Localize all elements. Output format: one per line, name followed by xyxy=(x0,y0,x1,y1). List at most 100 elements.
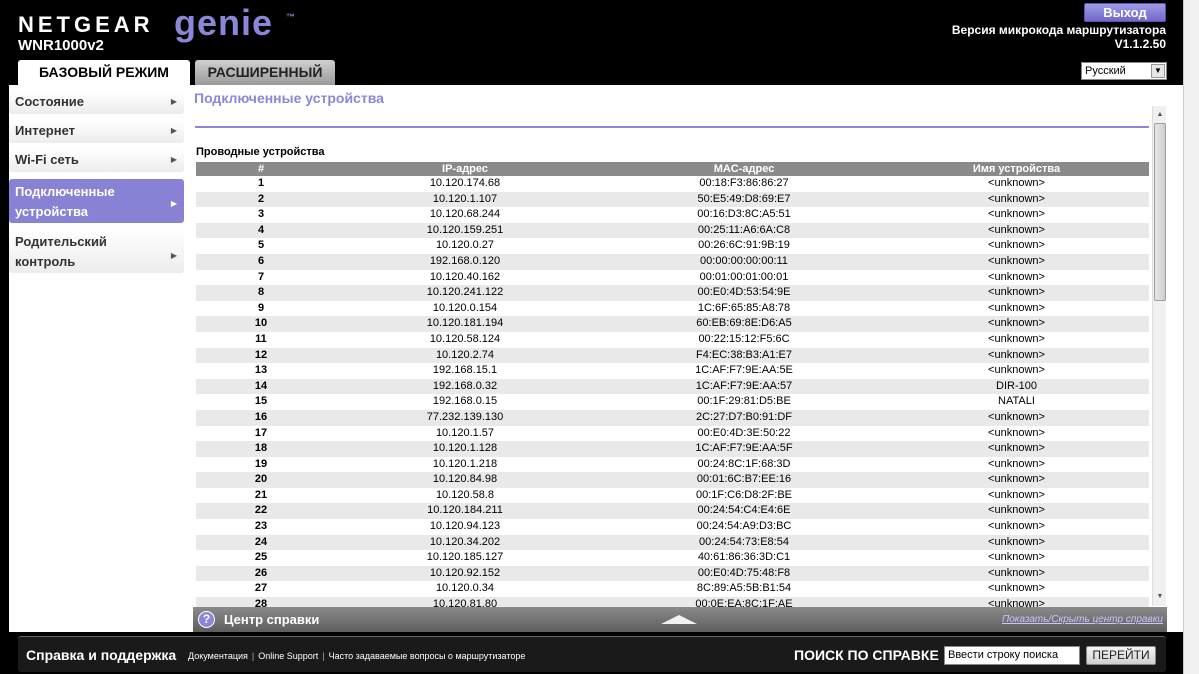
table-row: 16 77.232.139.130 2C:27:D7:B0:91:DF <unknow… xyxy=(196,409,1149,426)
device-name-cell: <unknown> xyxy=(988,457,1045,470)
table-row: 2 10.120.1.107 50:E5:49:D8:69:E7 <unknown> xyxy=(196,191,1149,208)
ip-address-cell: 10.120.159.251 xyxy=(426,223,504,236)
table-row: 22 10.120.184.211 00:24:54:C4:E4:6E <unknow… xyxy=(196,503,1149,520)
table-row: 17 10.120.1.57 00:E0:4D:3E:50:22 <unknown> xyxy=(196,426,1149,442)
trademark-mark: ™ xyxy=(286,12,295,22)
row-number-cell: 20 xyxy=(254,473,268,486)
mac-address-cell: 00:01:00:01:00:01 xyxy=(699,270,789,283)
table-row: 7 10.120.40.162 00:01:00:01:00:01 <unknown> xyxy=(196,270,1149,286)
help-center-toggle-link[interactable]: Показать/Скрыть центр справки xyxy=(1002,614,1163,625)
table-row: 19 10.120.1.218 00:24:8C:1F:68:3D <unknown> xyxy=(196,457,1149,473)
device-name-cell: <unknown> xyxy=(988,239,1045,252)
mac-address-cell: 1C:AF:F7:9E:AA:5E xyxy=(695,364,793,377)
tab-advanced[interactable]: РАСШИРЕННЫЙ xyxy=(195,60,335,85)
table-row: 23 10.120.94.123 00:24:54:A9:D3:BC <unknown… xyxy=(196,519,1149,535)
sidebar-item-label: Wi-Fi сеть xyxy=(15,152,79,167)
mac-address-cell: 50:E5:49:D8:69:E7 xyxy=(697,192,791,205)
brand-name: NETGEAR xyxy=(18,12,154,37)
table-row: 4 10.120.159.251 00:25:11:A6:6A:C8 <unknown… xyxy=(196,222,1149,239)
row-number-cell: 8 xyxy=(257,286,265,299)
link-faq[interactable]: Часто задаваемые вопросы о маршрутизатор… xyxy=(329,651,526,661)
column-header: MAC-адрес xyxy=(713,163,775,175)
window-scrollbar[interactable] xyxy=(1183,0,1199,674)
mac-address-cell: F4:EC:38:B3:A1:E7 xyxy=(696,348,792,361)
ip-address-cell: 10.120.58.8 xyxy=(435,488,495,501)
help-center-title: Центр справки xyxy=(224,612,320,627)
help-search-button[interactable]: ПЕРЕЙТИ xyxy=(1086,646,1156,665)
chevron-right-icon: ▶ xyxy=(170,126,177,135)
device-name-cell: <unknown> xyxy=(988,223,1045,236)
router-model: WNR1000v2 xyxy=(18,37,104,54)
device-name-cell: <unknown> xyxy=(988,410,1045,423)
ip-address-cell: 77.232.139.130 xyxy=(426,410,504,423)
ip-address-cell: 10.120.174.68 xyxy=(429,177,501,189)
sidebar-item-label: Подключенные устройства xyxy=(15,184,115,219)
device-name-cell: <unknown> xyxy=(988,582,1045,595)
mac-address-cell: 00:18:F3:86:86:27 xyxy=(699,177,789,189)
sidebar-item-wifi[interactable]: Wi-Fi сеть ▶ xyxy=(9,149,184,172)
mac-address-cell: 00:24:54:73:E8:54 xyxy=(699,535,789,548)
content-scrollbar[interactable]: ▲ ▼ xyxy=(1152,106,1166,606)
chevron-right-icon: ▶ xyxy=(170,199,177,208)
mac-address-cell: 00:E0:4D:3E:50:22 xyxy=(697,426,791,439)
mac-address-cell: 1C:6F:65:85:A8:78 xyxy=(697,301,791,314)
scroll-thumb[interactable] xyxy=(1154,123,1166,301)
table-row: 18 10.120.1.128 1C:AF:F7:9E:AA:5F <unknown> xyxy=(196,441,1149,457)
row-number-cell: 27 xyxy=(254,582,268,595)
ip-address-cell: 10.120.181.194 xyxy=(426,317,504,330)
scroll-down-icon[interactable]: ▼ xyxy=(1153,590,1167,604)
device-name-cell: DIR-100 xyxy=(996,379,1037,392)
expand-up-icon[interactable] xyxy=(661,615,697,624)
device-name-cell: <unknown> xyxy=(988,192,1045,205)
mac-address-cell: 8C:89:A5:5B:B1:54 xyxy=(696,582,792,595)
row-number-cell: 5 xyxy=(257,239,265,252)
ip-address-cell: 10.120.0.34 xyxy=(435,582,495,595)
firmware-version: V1.1.2.50 xyxy=(1114,37,1166,51)
mac-address-cell: 2C:27:D7:B0:91:DF xyxy=(696,410,792,423)
table-row: 5 10.120.0.27 00:26:6C:91:9B:19 <unknown> xyxy=(196,238,1149,254)
sidebar-item-connected-devices[interactable]: Подключенные устройства ▶ xyxy=(9,179,184,223)
table-row: 25 10.120.185.127 40:61:86:36:3D:C1 <unknow… xyxy=(196,550,1149,566)
device-name-cell: <unknown> xyxy=(988,442,1045,455)
sidebar-item-internet[interactable]: Интернет ▶ xyxy=(9,120,184,143)
ip-address-cell: 10.120.68.244 xyxy=(429,208,501,221)
ip-address-cell: 10.120.1.107 xyxy=(432,192,498,205)
table-row: 8 10.120.241.122 00:E0:4D:53:54:9E <unknown… xyxy=(196,285,1149,301)
device-name-cell: <unknown> xyxy=(988,270,1045,283)
ip-address-cell: 10.120.92.152 xyxy=(429,566,501,579)
device-name-cell: <unknown> xyxy=(988,473,1045,486)
device-name-cell: <unknown> xyxy=(988,520,1045,533)
row-number-cell: 15 xyxy=(254,395,268,408)
ip-address-cell: 10.120.1.57 xyxy=(435,426,495,439)
table-header: # IP-адрес MAC-адрес Имя устройства xyxy=(196,162,1149,176)
row-number-cell: 7 xyxy=(257,270,265,283)
tab-basic-mode[interactable]: БАЗОВЫЙ РЕЖИМ xyxy=(18,60,190,85)
device-name-cell: <unknown> xyxy=(988,301,1045,314)
sidebar-item-parental-control[interactable]: Родительский контроль ▶ xyxy=(9,229,184,273)
footer-links: Документация | Online Support | Часто задава… xyxy=(188,651,525,661)
ip-address-cell: 192.168.0.32 xyxy=(432,379,498,392)
row-number-cell: 14 xyxy=(254,379,268,392)
link-documentation[interactable]: Документация xyxy=(188,651,248,661)
scroll-up-icon[interactable]: ▲ xyxy=(1153,108,1167,122)
mac-address-cell: 00:24:8C:1F:68:3D xyxy=(697,457,791,470)
sidebar-item-status[interactable]: Состояние ▶ xyxy=(9,91,184,114)
row-number-cell: 22 xyxy=(254,504,268,517)
row-number-cell: 24 xyxy=(254,535,268,548)
ip-address-cell: 192.168.0.120 xyxy=(429,254,501,267)
row-number-cell: 10 xyxy=(254,317,268,330)
sidebar-item-label: Интернет xyxy=(15,123,76,138)
ip-address-cell: 10.120.241.122 xyxy=(426,286,504,299)
mac-address-cell: 00:01:6C:B7:EE:16 xyxy=(696,473,792,486)
help-search-input[interactable]: Ввести строку поиска xyxy=(944,646,1080,665)
link-online-support[interactable]: Online Support xyxy=(258,651,318,661)
table-row: 14 192.168.0.32 1C:AF:F7:9E:AA:57 DIR-100 xyxy=(196,378,1149,395)
ip-address-cell: 192.168.0.15 xyxy=(432,395,498,408)
language-select[interactable]: Русский ▼ xyxy=(1081,62,1167,80)
mac-address-cell: 00:00:00:00:00:11 xyxy=(700,254,788,267)
logout-button[interactable]: Выход xyxy=(1084,3,1166,22)
chevron-right-icon: ▶ xyxy=(170,155,177,164)
sidebar-item-label: Родительский контроль xyxy=(15,234,107,269)
row-number-cell: 23 xyxy=(254,520,268,533)
device-name-cell: <unknown> xyxy=(988,551,1045,564)
